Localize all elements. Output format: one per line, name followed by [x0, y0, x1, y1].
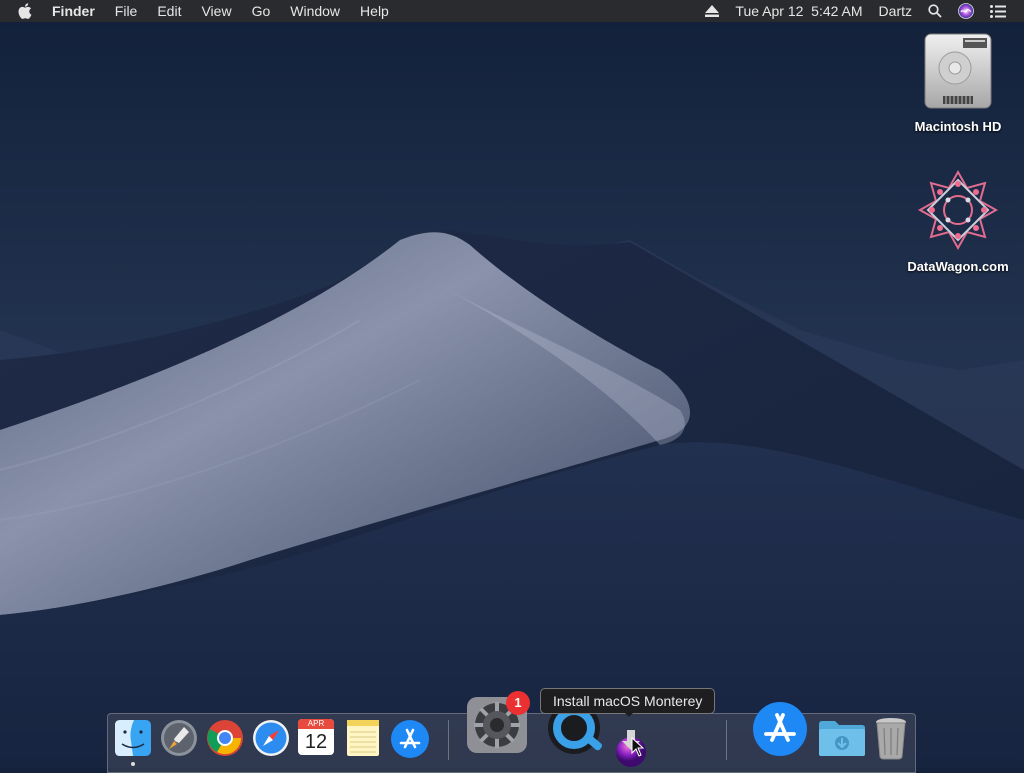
menu-help[interactable]: Help — [350, 0, 399, 22]
network-share-icon — [917, 169, 999, 251]
dock-item-launchpad[interactable] — [160, 719, 198, 762]
downloads-folder-icon — [819, 721, 865, 756]
desktop-icon-label: DataWagon.com — [907, 259, 1009, 274]
dock-tooltip-arrow — [623, 711, 635, 717]
desktop-icon-label: Macintosh HD — [914, 119, 1002, 134]
calendar-icon: APR 12 — [298, 719, 334, 755]
menu-view[interactable]: View — [191, 0, 241, 22]
desktop-icon-datawagon[interactable]: DataWagon.com — [903, 168, 1013, 274]
dock-separator — [726, 720, 727, 760]
dock-item-safari[interactable] — [252, 719, 290, 762]
calendar-month: APR — [298, 719, 334, 729]
menu-window[interactable]: Window — [280, 0, 350, 22]
menu-bar: Finder File Edit View Go Window Help Tue… — [0, 0, 1024, 22]
dock-separator — [448, 720, 449, 760]
desktop-wallpaper — [0, 0, 1024, 768]
dock-item-finder[interactable] — [114, 719, 152, 762]
notification-badge: 1 — [506, 691, 530, 715]
user-menu[interactable]: Dartz — [871, 0, 920, 22]
app-store-icon — [753, 702, 807, 756]
dock-item-calendar[interactable]: APR 12 — [298, 719, 334, 755]
menu-app-name[interactable]: Finder — [42, 0, 105, 22]
eject-icon[interactable] — [697, 5, 727, 17]
search-icon[interactable] — [920, 4, 950, 18]
clock[interactable]: Tue Apr 12 5:42 AM — [727, 0, 870, 22]
dock-item-app-store-2[interactable] — [752, 700, 808, 763]
menu-go[interactable]: Go — [242, 0, 281, 22]
running-indicator — [131, 762, 135, 766]
dock-item-downloads[interactable] — [817, 718, 867, 763]
mouse-pointer-icon — [631, 737, 645, 757]
app-store-icon — [391, 720, 429, 758]
dock-item-chrome[interactable] — [206, 719, 244, 762]
finder-icon — [115, 720, 151, 756]
launchpad-icon — [161, 720, 197, 756]
desktop-icon-macintosh-hd[interactable]: Macintosh HD — [903, 32, 1013, 134]
calendar-day: 12 — [304, 731, 328, 753]
menu-file[interactable]: File — [105, 0, 148, 22]
dock-item-app-store[interactable] — [390, 719, 430, 764]
dock-item-notes[interactable] — [345, 719, 381, 762]
dock-item-trash[interactable] — [872, 716, 910, 765]
notes-icon — [347, 720, 379, 756]
menu-edit[interactable]: Edit — [147, 0, 191, 22]
chrome-icon — [207, 720, 243, 756]
dock-item-system-preferences[interactable]: 1 — [466, 691, 530, 759]
trash-icon — [876, 718, 906, 760]
siri-icon[interactable] — [950, 3, 982, 19]
apple-menu-icon[interactable] — [0, 3, 42, 19]
safari-icon — [253, 720, 289, 756]
hard-drive-icon — [924, 33, 992, 109]
control-center-icon[interactable] — [982, 4, 1014, 18]
